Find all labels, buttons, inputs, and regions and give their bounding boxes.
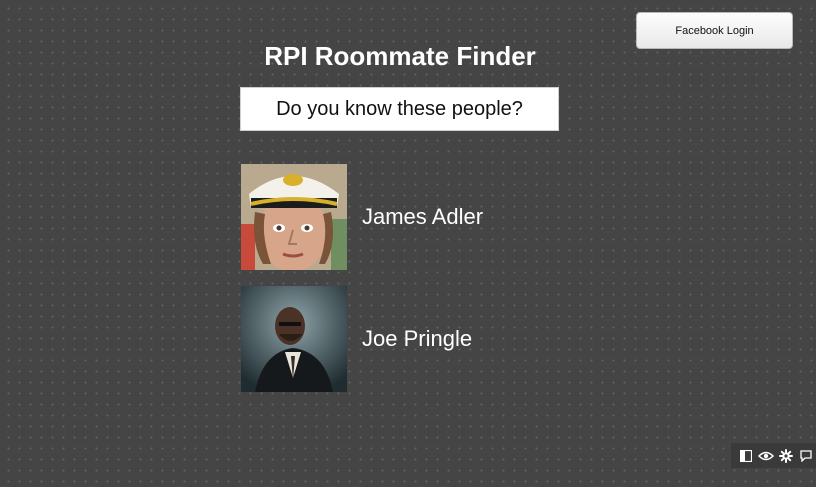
gear-icon — [779, 448, 793, 463]
prompt-text: Do you know these people? — [276, 97, 523, 120]
preview-button[interactable] — [756, 443, 776, 468]
person-name[interactable]: James Adler — [362, 204, 483, 230]
avatar-joe-pringle — [241, 286, 347, 392]
person-card-joe-pringle[interactable]: Joe Pringle — [241, 286, 472, 392]
editor-toolbar — [731, 443, 816, 468]
avatar-james-adler — [241, 164, 347, 270]
prompt-box: Do you know these people? — [240, 87, 559, 131]
page-title: RPI Roommate Finder — [264, 41, 536, 71]
person-name[interactable]: Joe Pringle — [362, 326, 472, 352]
sidebar-toggle-button[interactable] — [736, 443, 756, 468]
settings-button[interactable] — [776, 443, 796, 468]
comments-button[interactable] — [796, 443, 816, 468]
eye-icon — [758, 451, 774, 460]
comment-icon — [800, 449, 812, 462]
sidebar-toggle-icon — [740, 449, 752, 462]
person-card-james-adler[interactable]: James Adler — [241, 164, 483, 270]
